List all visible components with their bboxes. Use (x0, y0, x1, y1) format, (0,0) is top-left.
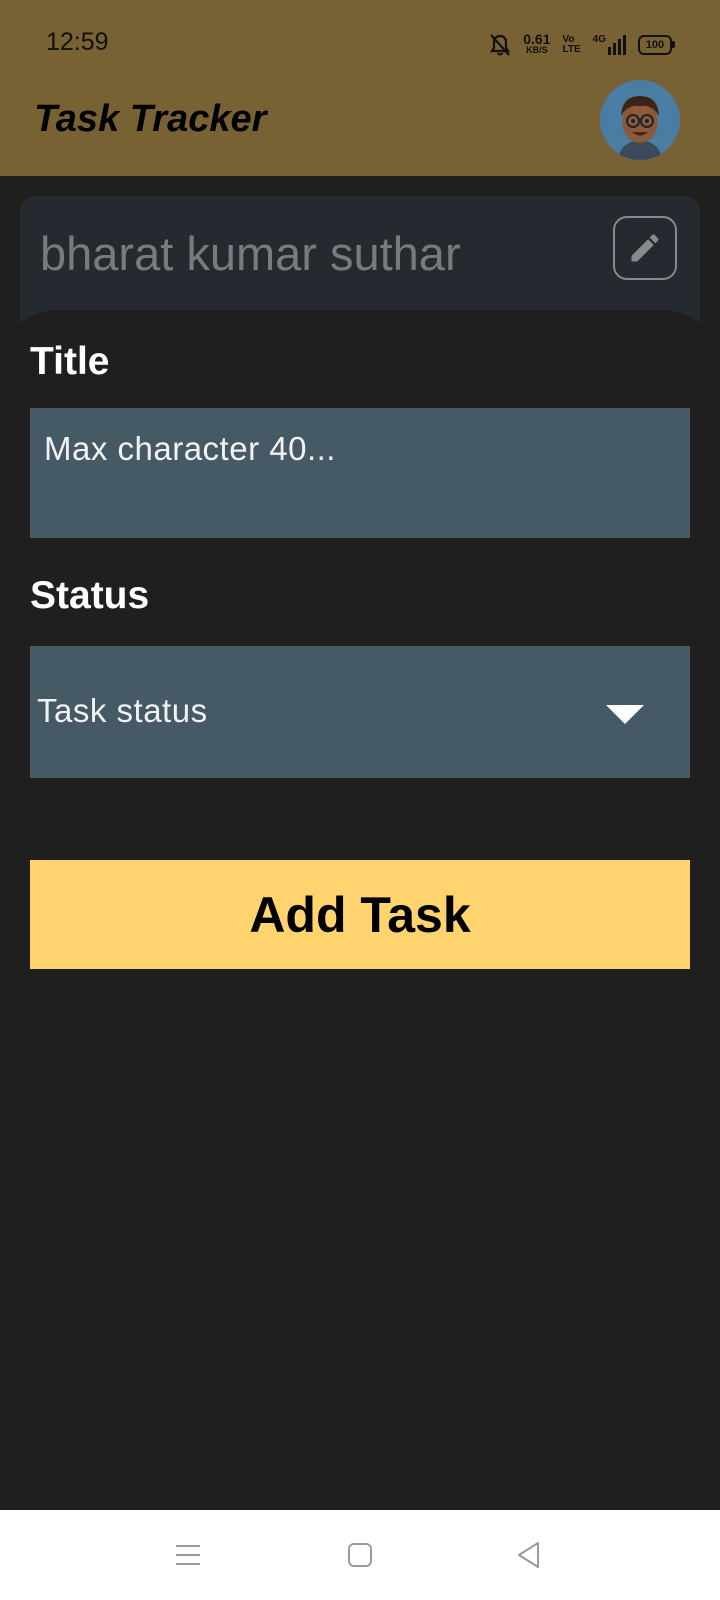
app-bar: Task Tracker (0, 80, 720, 176)
add-task-button[interactable]: Add Task (30, 860, 690, 969)
status-dropdown[interactable]: Task status (30, 646, 690, 778)
net-speed: 0.61 KB/S (523, 31, 551, 56)
title-placeholder: Max character 40... (44, 430, 336, 467)
add-task-sheet: Title Max character 40... Status Task st… (0, 310, 720, 1510)
pencil-icon (631, 234, 659, 262)
battery-icon: 100 (638, 35, 675, 55)
title-input[interactable]: Max character 40... (30, 408, 690, 538)
net-speed-unit: KB/S (526, 45, 548, 55)
back-button[interactable] (512, 1538, 546, 1572)
status-time: 12:59 (46, 28, 109, 56)
app-title: Task Tracker (34, 98, 267, 140)
status-label: Status (30, 574, 150, 617)
recents-button[interactable] (171, 1538, 205, 1572)
status-value: Task status (37, 692, 208, 729)
avatar[interactable] (600, 80, 680, 160)
status-bar: 12:59 0.61 KB/S Vo LTE 4G 100 (0, 0, 720, 88)
network-type: 4G (592, 34, 606, 45)
volte-indicator: Vo LTE (563, 35, 581, 55)
signal-icon: 4G (593, 35, 626, 55)
navigation-bar (0, 1510, 720, 1600)
home-icon (348, 1543, 372, 1567)
home-button[interactable] (343, 1538, 377, 1572)
battery-level: 100 (645, 39, 665, 51)
net-speed-value: 0.61 (523, 31, 551, 47)
edit-name-button[interactable] (613, 216, 677, 280)
volte-bottom: LTE (562, 44, 581, 55)
back-icon (518, 1542, 539, 1568)
dropdown-arrow-icon (606, 705, 644, 724)
menu-icon (176, 1545, 200, 1565)
notifications-off-icon (490, 34, 511, 56)
memoji-avatar-icon (600, 80, 680, 160)
title-label: Title (30, 340, 110, 383)
status-icons: 0.61 KB/S Vo LTE 4G 100 (489, 31, 675, 58)
user-name: bharat kumar suthar (40, 227, 461, 280)
